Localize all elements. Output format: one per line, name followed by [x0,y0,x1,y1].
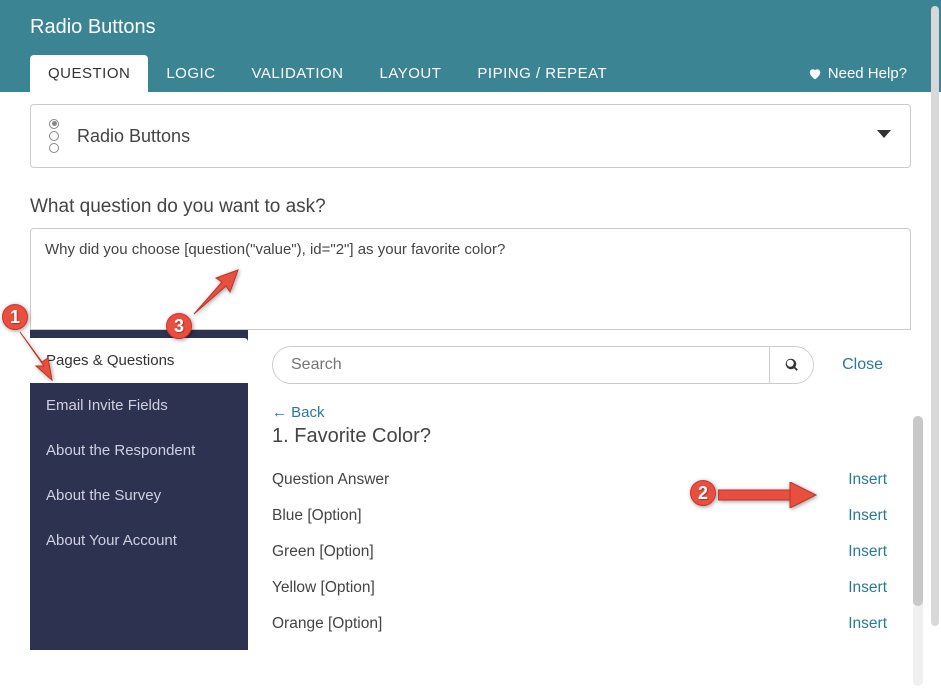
sidebar-item-pages-questions[interactable]: Pages & Questions [30,338,248,383]
tab-question[interactable]: QUESTION [30,55,148,92]
type-label: Radio Buttons [77,126,190,147]
need-help-label: Need Help? [828,65,907,82]
insert-link-orange[interactable]: Insert [848,615,887,633]
header: Radio Buttons QUESTION LOGIC VALIDATION … [0,0,941,92]
sidebar-item-account[interactable]: About Your Account [30,518,248,563]
heart-icon [808,67,822,81]
annotation-arrow-3 [186,266,246,325]
tab-validation[interactable]: VALIDATION [234,55,362,92]
annotation-arrow-1 [14,326,60,387]
question-prompt-label: What question do you want to ask? [30,196,911,218]
outer-scrollbar[interactable] [931,6,939,694]
insert-link-green[interactable]: Insert [848,543,887,561]
tab-logic[interactable]: LOGIC [148,55,233,92]
option-row-green: Green [Option] Insert [272,534,887,570]
sidebar-item-survey[interactable]: About the Survey [30,473,248,518]
page-title: Radio Buttons [30,16,911,39]
annotation-badge-1: 1 [2,304,28,330]
option-label: Blue [Option] [272,507,362,525]
option-label: Question Answer [272,471,389,489]
tab-piping[interactable]: PIPING / REPEAT [459,55,625,92]
search-button[interactable] [769,347,813,383]
radio-buttons-icon [49,119,59,153]
search-input[interactable] [273,347,769,383]
tab-row: QUESTION LOGIC VALIDATION LAYOUT PIPING … [30,55,911,92]
option-row-orange: Orange [Option] Insert [272,606,887,642]
option-label: Yellow [Option] [272,579,375,597]
inner-scrollbar-thumb[interactable] [913,416,923,606]
question-text-input[interactable]: Why did you choose [question("value"), i… [30,228,911,330]
merge-question-title: 1. Favorite Color? [272,425,887,448]
insert-link-answer[interactable]: Insert [848,471,887,489]
type-left: Radio Buttons [49,119,190,153]
merge-sidebar: Pages & Questions Email Invite Fields Ab… [30,330,248,650]
back-link[interactable]: ← Back [272,404,325,421]
inner-scrollbar[interactable] [913,416,923,686]
option-label: Green [Option] [272,543,374,561]
option-label: Orange [Option] [272,615,382,633]
chevron-down-icon [876,126,892,147]
sidebar-item-email-invite[interactable]: Email Invite Fields [30,383,248,428]
search-icon [785,358,799,372]
search-row: Close [272,346,887,384]
annotation-badge-3: 3 [166,313,192,339]
question-type-selector[interactable]: Radio Buttons [30,104,911,168]
insert-link-yellow[interactable]: Insert [848,579,887,597]
annotation-badge-2: 2 [690,480,716,506]
sidebar-item-respondent[interactable]: About the Respondent [30,428,248,473]
insert-link-blue[interactable]: Insert [848,507,887,525]
annotation-arrow-2 [718,482,818,513]
content: Radio Buttons What question do you want … [0,92,941,650]
tabs: QUESTION LOGIC VALIDATION LAYOUT PIPING … [30,55,625,92]
need-help-link[interactable]: Need Help? [808,65,911,82]
outer-scrollbar-thumb[interactable] [931,6,939,626]
close-link[interactable]: Close [842,356,887,374]
search-wrap [272,346,814,384]
option-row-yellow: Yellow [Option] Insert [272,570,887,606]
tab-layout[interactable]: LAYOUT [362,55,460,92]
